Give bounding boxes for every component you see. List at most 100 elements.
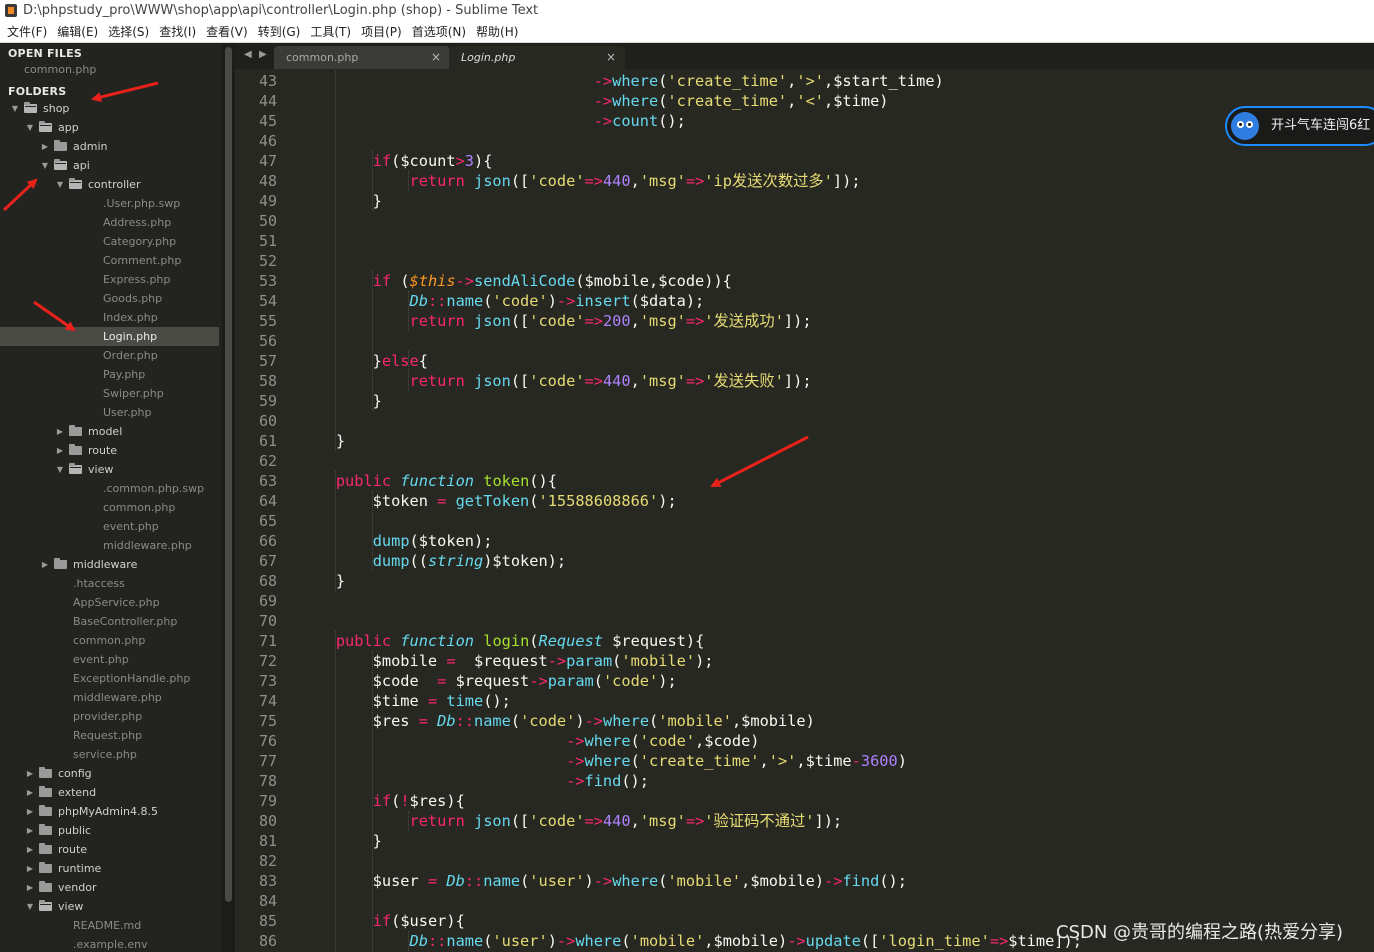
folder-row[interactable]: ▶ model [0,422,219,441]
menu-item[interactable]: 首选项(N) [407,22,471,42]
file-row[interactable]: Pay.php [0,365,219,384]
sidebar-scrollbar-thumb[interactable] [225,47,232,902]
menu-item[interactable]: 选择(S) [103,22,154,42]
floating-notification[interactable]: 开斗气车连闯6红 [1225,106,1374,146]
file-row[interactable]: middleware.php [0,536,219,555]
open-file-common-php[interactable]: common.php [24,63,96,76]
code-line[interactable]: $token = getToken('15588608866'); [299,491,677,511]
code-line[interactable]: ->count(); [299,111,686,131]
code-line[interactable]: ->where('create_time','<',$time) [299,91,889,111]
folder-row[interactable]: ▼ app [0,118,219,137]
expand-down-icon[interactable]: ▼ [25,118,35,137]
code-line[interactable]: } [299,431,345,451]
expand-right-icon[interactable]: ▶ [25,859,35,878]
expand-down-icon[interactable]: ▼ [10,99,20,118]
file-row[interactable]: common.php [0,498,219,517]
folder-row[interactable]: ▼ shop [0,99,219,118]
file-row[interactable]: ExceptionHandle.php [0,669,219,688]
code-line[interactable]: $code = $request->param('code'); [299,671,677,691]
code-line[interactable]: if($count>3){ [299,151,493,171]
code-line[interactable]: if ($this->sendAliCode($mobile,$code)){ [299,271,732,291]
expand-down-icon[interactable]: ▼ [40,156,50,175]
tab-common-php[interactable]: common.php × [274,46,450,69]
folder-row[interactable]: ▶ route [0,441,219,460]
code-line[interactable]: return json(['code'=>440,'msg'=>'发送失败'])… [299,371,812,391]
tab-nav-right-icon[interactable]: ▶ [259,49,267,60]
file-row[interactable]: common.php [0,631,219,650]
file-row[interactable]: event.php [0,650,219,669]
file-row[interactable]: AppService.php [0,593,219,612]
file-row[interactable]: Address.php [0,213,219,232]
expand-right-icon[interactable]: ▶ [25,764,35,783]
code-line[interactable]: return json(['code'=>440,'msg'=>'验证码不通过'… [299,811,843,831]
code-line[interactable]: dump($token); [299,531,493,551]
sidebar-scrollbar[interactable] [222,43,235,952]
folder-row[interactable]: ▶ runtime [0,859,219,878]
folder-row[interactable]: ▶ extend [0,783,219,802]
file-row[interactable]: Index.php [0,308,219,327]
file-row[interactable]: User.php [0,403,219,422]
file-row[interactable]: Category.php [0,232,219,251]
file-row[interactable]: Goods.php [0,289,219,308]
code-line[interactable]: if($user){ [299,911,465,931]
file-row[interactable]: Order.php [0,346,219,365]
menu-item[interactable]: 转到(G) [253,22,306,42]
code-line[interactable]: return json(['code'=>200,'msg'=>'发送成功'])… [299,311,812,331]
code-line[interactable]: $user = Db::name('user')->where('mobile'… [299,871,907,891]
code-line[interactable]: } [299,191,382,211]
expand-right-icon[interactable]: ▶ [25,840,35,859]
code-line[interactable]: public function login(Request $request){ [299,631,704,651]
expand-right-icon[interactable]: ▶ [25,783,35,802]
code-line[interactable]: if(!$res){ [299,791,465,811]
code-line[interactable]: ->where('code',$code) [299,731,759,751]
folder-row[interactable]: ▼ controller [0,175,219,194]
code-line[interactable]: } [299,831,382,851]
code-line[interactable]: dump((string)$token); [299,551,566,571]
file-row[interactable]: Request.php [0,726,219,745]
code-line[interactable]: Db::name('code')->insert($data); [299,291,705,311]
expand-right-icon[interactable]: ▶ [25,878,35,897]
folder-row[interactable]: ▶ config [0,764,219,783]
code-line[interactable]: $res = Db::name('code')->where('mobile',… [299,711,815,731]
code-line[interactable]: ->where('create_time','>',$time-3600) [299,751,907,771]
file-row[interactable]: .common.php.swp [0,479,219,498]
expand-down-icon[interactable]: ▼ [55,460,65,479]
expand-down-icon[interactable]: ▼ [55,175,65,194]
folder-row[interactable]: ▶ vendor [0,878,219,897]
file-row[interactable]: .User.php.swp [0,194,219,213]
menu-item[interactable]: 工具(T) [305,22,356,42]
code-line[interactable]: $mobile = $request->param('mobile'); [299,651,714,671]
file-row[interactable]: service.php [0,745,219,764]
menu-item[interactable]: 编辑(E) [52,22,103,42]
menu-item[interactable]: 项目(P) [356,22,407,42]
tab-nav-left-icon[interactable]: ◀ [244,49,252,60]
expand-right-icon[interactable]: ▶ [25,802,35,821]
folder-row[interactable]: ▶ middleware [0,555,219,574]
tab-login-php[interactable]: Login.php × [449,46,625,69]
file-row[interactable]: Swiper.php [0,384,219,403]
folder-row[interactable]: ▶ route [0,840,219,859]
file-row[interactable]: .htaccess [0,574,219,593]
folder-row[interactable]: ▼ api [0,156,219,175]
code-line[interactable]: ->find(); [299,771,649,791]
code-editor[interactable]: 43 44 45 46 47 48 49 50 51 52 53 54 55 56 57 58 59 60 61 62… [235,69,1374,952]
code-line[interactable]: } [299,391,382,411]
file-row[interactable]: Login.php [0,327,219,346]
expand-right-icon[interactable]: ▶ [40,555,50,574]
file-row[interactable]: provider.php [0,707,219,726]
tab-close-icon[interactable]: × [431,46,441,69]
menu-item[interactable]: 帮助(H) [471,22,523,42]
code-line[interactable]: } [299,571,345,591]
file-row[interactable]: .example.env [0,935,219,952]
code-line[interactable]: public function token(){ [299,471,557,491]
file-row[interactable]: Comment.php [0,251,219,270]
file-row[interactable]: middleware.php [0,688,219,707]
menu-item[interactable]: 文件(F) [2,22,52,42]
code-line[interactable]: Db::name('user')->where('mobile',$mobile… [299,931,1082,951]
code-line[interactable]: return json(['code'=>440,'msg'=>'ip发送次数过… [299,171,861,191]
code-line[interactable]: ->where('create_time','>',$start_time) [299,71,944,91]
folder-row[interactable]: ▶ admin [0,137,219,156]
code-line[interactable]: $time = time(); [299,691,511,711]
file-row[interactable]: BaseController.php [0,612,219,631]
folder-row[interactable]: ▼ view [0,897,219,916]
